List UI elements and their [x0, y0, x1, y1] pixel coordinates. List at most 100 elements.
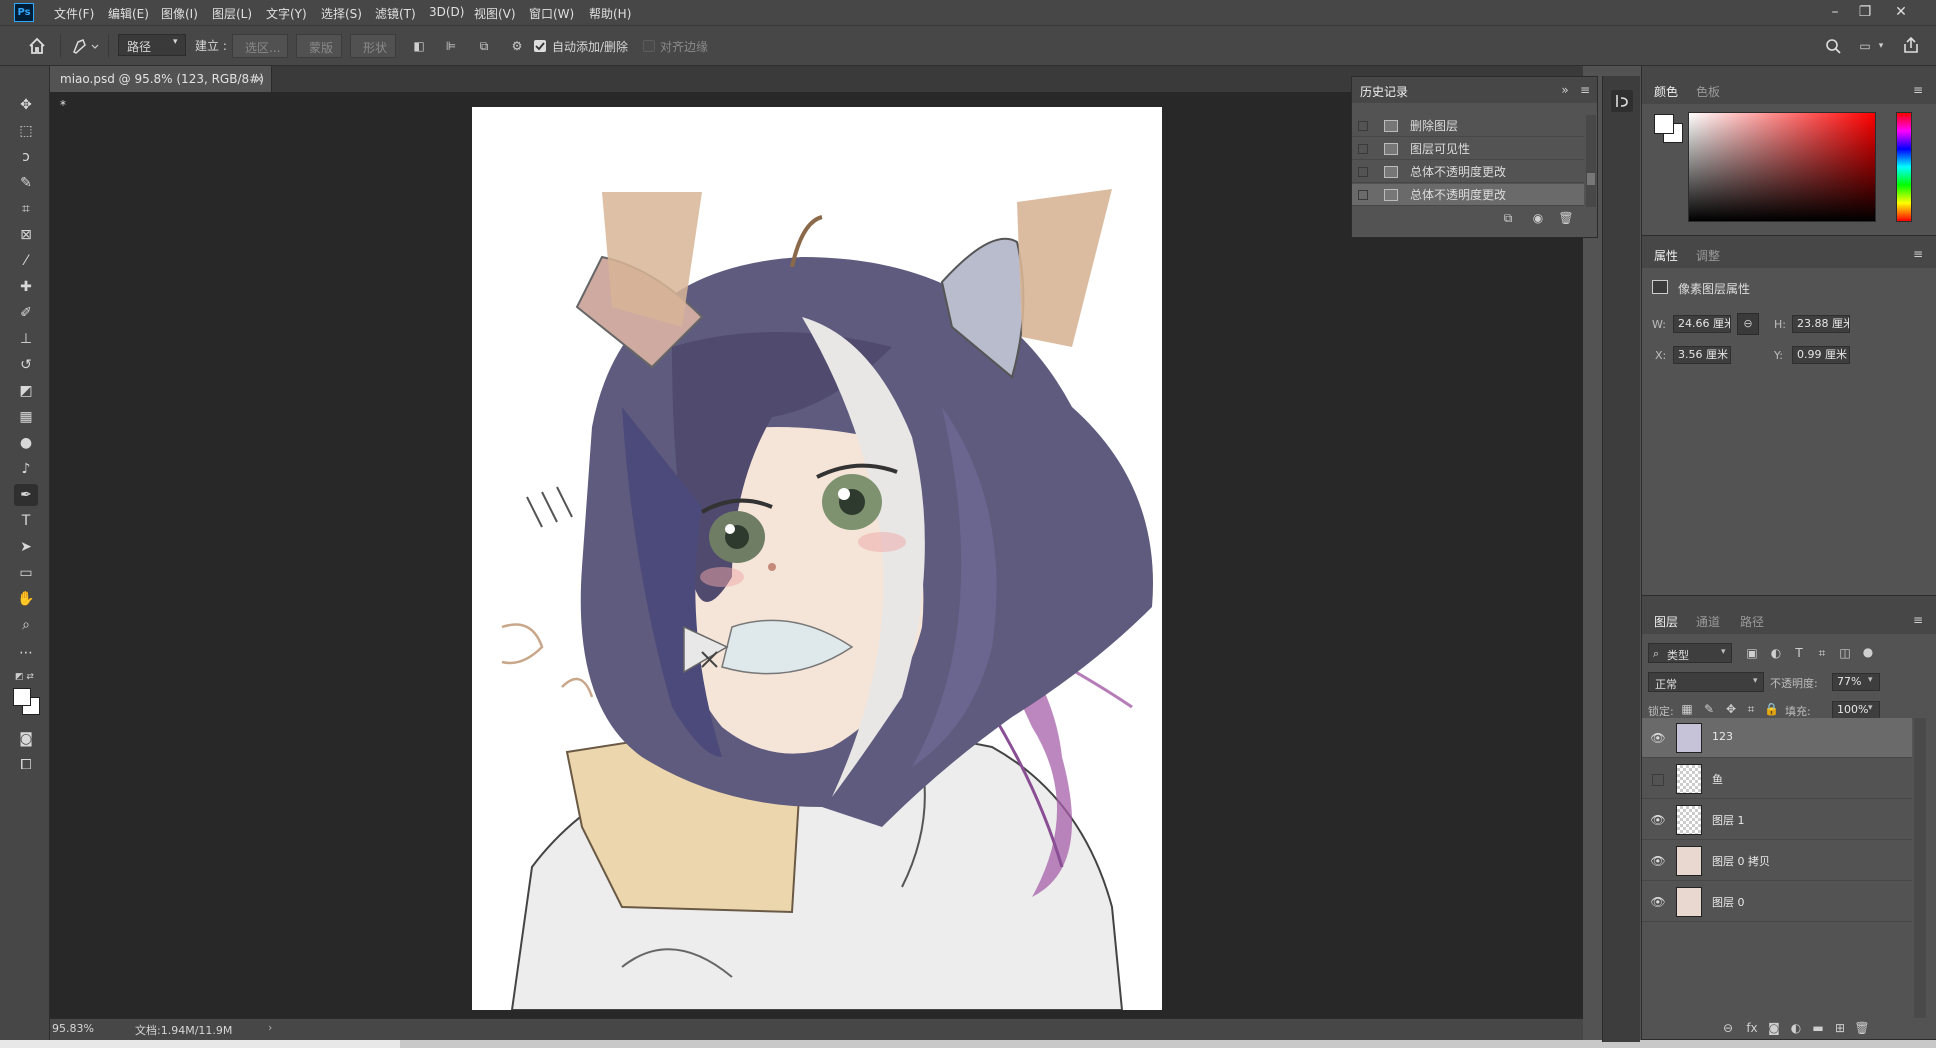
zoom-level[interactable]: 95.83%	[52, 1022, 94, 1035]
menu-view[interactable]: 视图(V)	[474, 5, 516, 22]
more-tools-icon[interactable]: ⋯	[14, 642, 38, 664]
crop-icon[interactable]: ⌗	[14, 198, 38, 220]
tab-swatches[interactable]: 色板	[1696, 83, 1720, 100]
frame-icon[interactable]: ⊠	[14, 224, 38, 246]
eraser-icon[interactable]: ◩	[14, 380, 38, 402]
workspace-chevron-icon[interactable]: ▾	[1876, 38, 1886, 54]
filter-toggle-icon[interactable]: ●	[1860, 644, 1876, 660]
menu-file[interactable]: 文件(F)	[54, 5, 94, 22]
restore-button[interactable]: ❐	[1854, 3, 1876, 21]
blend-mode-select[interactable]: 正常 ▾	[1648, 672, 1764, 692]
layer-name[interactable]: 123	[1712, 730, 1733, 743]
quick-mask-icon[interactable]: ◙	[14, 728, 38, 750]
menu-edit[interactable]: 编辑(E)	[108, 5, 149, 22]
screen-mode-icon[interactable]: ⧠	[14, 754, 38, 776]
rectangular-marquee-icon[interactable]: ⬚	[14, 120, 38, 142]
workspace-icon[interactable]: ▭	[1856, 38, 1874, 54]
layer-name[interactable]: 鱼	[1712, 771, 1723, 787]
filter-adjustment-icon[interactable]: ◐	[1768, 645, 1784, 661]
filter-type-icon[interactable]: T	[1791, 645, 1807, 661]
auto-add-delete-checkbox[interactable]	[534, 40, 546, 52]
path-selection-icon[interactable]: ➤	[14, 536, 38, 558]
document-canvas[interactable]	[472, 107, 1162, 1010]
make-shape-button[interactable]: 形状	[350, 34, 396, 58]
clone-stamp-icon[interactable]: ⊥	[14, 328, 38, 350]
layer-row[interactable]: 鱼	[1642, 759, 1912, 799]
blur-icon[interactable]: ●	[14, 432, 38, 454]
share-icon[interactable]	[1902, 36, 1920, 58]
tab-history[interactable]: 历史记录	[1360, 83, 1408, 100]
visibility-eye-icon[interactable]: 👁	[1650, 895, 1666, 909]
opacity-chevron-icon[interactable]: ▾	[1868, 675, 1873, 685]
fill-chevron-icon[interactable]: ▾	[1868, 703, 1873, 713]
lock-artboard-icon[interactable]: ⌗	[1744, 701, 1758, 717]
settings-gear-icon[interactable]: ⚙	[508, 38, 526, 54]
menu-layer[interactable]: 图层(L)	[212, 5, 252, 22]
tab-channels[interactable]: 通道	[1696, 613, 1720, 630]
rectangle-shape-icon[interactable]: ▭	[14, 562, 38, 584]
link-layers-icon[interactable]: ⊖	[1720, 1020, 1736, 1036]
history-item-selected[interactable]: 总体不透明度更改	[1352, 184, 1584, 206]
link-dimensions-icon[interactable]: ⊖	[1737, 313, 1759, 335]
visibility-eye-icon[interactable]: 👁	[1650, 731, 1666, 745]
delete-state-trash-icon[interactable]: 🗑	[1557, 210, 1575, 226]
layer-row[interactable]: 👁 图层 0 拷贝	[1642, 841, 1912, 881]
home-icon[interactable]	[26, 36, 48, 56]
tab-color[interactable]: 颜色	[1654, 83, 1678, 100]
move-tool-icon[interactable]: ✥	[14, 94, 38, 116]
align-edges-checkbox[interactable]	[643, 40, 655, 52]
close-tab-icon[interactable]: ×	[254, 66, 264, 92]
y-position-field[interactable]: 0.99 厘米	[1792, 346, 1850, 364]
new-adjustment-layer-icon[interactable]: ◐	[1788, 1020, 1804, 1036]
brush-icon[interactable]: ✐	[14, 302, 38, 324]
layers-panel-menu-icon[interactable]: ≡	[1910, 612, 1926, 628]
new-document-from-state-icon[interactable]: ⧉	[1499, 210, 1517, 226]
gradient-icon[interactable]: ▦	[14, 406, 38, 428]
new-snapshot-camera-icon[interactable]: ◉	[1529, 210, 1547, 226]
panel-menu-icon[interactable]: ≡	[1578, 82, 1592, 98]
layer-row[interactable]: 👁 图层 0	[1642, 882, 1912, 922]
lock-pixels-icon[interactable]: ✎	[1702, 701, 1716, 717]
menu-filter[interactable]: 滤镜(T)	[375, 5, 416, 22]
filter-pixel-icon[interactable]: ▣	[1744, 645, 1760, 661]
layer-row[interactable]: 👁 图层 1	[1642, 800, 1912, 840]
search-icon[interactable]	[1824, 38, 1842, 58]
layer-name[interactable]: 图层 0 拷贝	[1712, 853, 1770, 869]
status-menu-arrow-icon[interactable]: ›	[268, 1021, 272, 1034]
lasso-icon[interactable]: ↄ	[14, 146, 38, 168]
lock-all-icon[interactable]: 🔒	[1764, 701, 1779, 717]
x-position-field[interactable]: 3.56 厘米	[1673, 346, 1731, 364]
eyedropper-icon[interactable]: ⁄	[14, 250, 38, 272]
history-scrollbar[interactable]	[1586, 115, 1596, 207]
tab-layers[interactable]: 图层	[1654, 613, 1678, 630]
visibility-eye-icon[interactable]: 👁	[1650, 854, 1666, 868]
new-layer-icon[interactable]: ⊞	[1832, 1020, 1848, 1036]
width-field[interactable]: 24.66 厘米	[1673, 315, 1731, 333]
minimize-button[interactable]: –	[1824, 3, 1846, 21]
foreground-color-swatch[interactable]	[13, 688, 31, 706]
color-panel-menu-icon[interactable]: ≡	[1910, 82, 1926, 98]
document-tab[interactable]: miao.psd @ 95.8% (123, RGB/8#) * ×	[50, 66, 272, 112]
path-arrangement-icon[interactable]: ⧉	[474, 38, 494, 54]
layer-style-fx-icon[interactable]: fx	[1744, 1020, 1760, 1036]
collapse-panel-icon[interactable]: »	[1558, 82, 1572, 98]
mode-select[interactable]: 路径 ▾	[118, 34, 186, 56]
tab-properties[interactable]: 属性	[1654, 247, 1678, 264]
menu-type[interactable]: 文字(Y)	[266, 5, 307, 22]
layer-filter-select[interactable]: ⌕ 类型 ▾	[1648, 643, 1732, 663]
healing-brush-icon[interactable]: ✚	[14, 276, 38, 298]
new-group-folder-icon[interactable]: ▬	[1810, 1020, 1826, 1036]
type-tool-icon[interactable]: T	[14, 510, 38, 532]
tab-adjustments[interactable]: 调整	[1696, 247, 1720, 264]
layer-name[interactable]: 图层 1	[1712, 812, 1745, 828]
tab-paths[interactable]: 路径	[1740, 613, 1764, 630]
zoom-tool-icon[interactable]: ⌕	[14, 614, 38, 636]
history-item[interactable]: 总体不透明度更改	[1352, 161, 1584, 183]
layer-name[interactable]: 图层 0	[1712, 894, 1745, 910]
lock-position-icon[interactable]: ✥	[1724, 701, 1738, 717]
menu-window[interactable]: 窗口(W)	[529, 5, 574, 22]
hand-tool-icon[interactable]: ✋	[14, 588, 38, 610]
close-window-button[interactable]: ✕	[1890, 3, 1912, 21]
height-field[interactable]: 23.88 厘米	[1792, 315, 1850, 333]
history-panel-toggle-icon[interactable]	[1611, 90, 1633, 112]
